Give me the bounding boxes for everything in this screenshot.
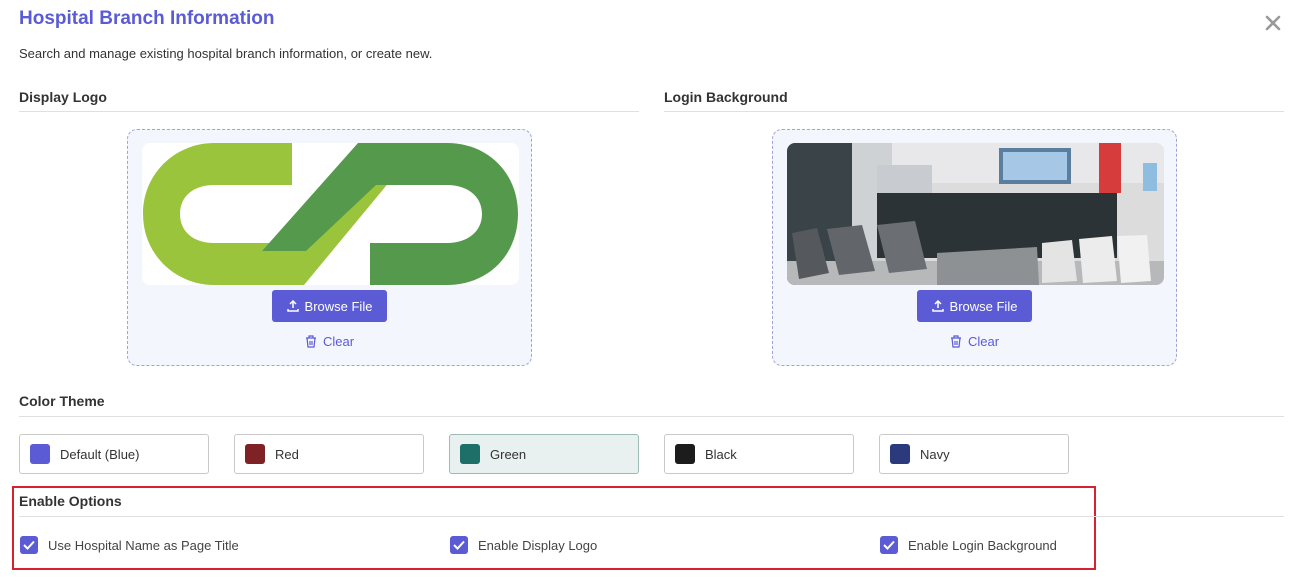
swatch-blue [30, 444, 50, 464]
theme-option-black[interactable]: Black [664, 434, 854, 474]
clear-label: Clear [967, 334, 1000, 349]
trash-icon [305, 335, 316, 348]
option-label: Enable Display Logo [478, 537, 598, 553]
browse-label: Browse File [949, 298, 1018, 314]
trash-icon [950, 335, 961, 348]
login-background-upload-area[interactable]: Browse File Clear [772, 129, 1177, 366]
checkbox[interactable] [20, 536, 38, 554]
display-logo-upload-area[interactable]: Browse File Clear [127, 129, 532, 366]
enable-options-divider [19, 516, 1284, 517]
display-logo-browse-button[interactable]: Browse File [272, 290, 387, 322]
checkbox[interactable] [450, 536, 468, 554]
clear-label: Clear [322, 334, 355, 349]
theme-option-green[interactable]: Green [449, 434, 639, 474]
theme-option-label: Green [490, 446, 527, 462]
option-use-hospital-name[interactable]: Use Hospital Name as Page Title [20, 536, 239, 554]
option-label: Enable Login Background [908, 537, 1057, 553]
option-enable-display-logo[interactable]: Enable Display Logo [450, 536, 597, 554]
swatch-navy [890, 444, 910, 464]
login-background-preview [787, 143, 1164, 285]
display-logo-preview [142, 143, 519, 285]
color-theme-title: Color Theme [19, 393, 105, 409]
login-background-divider [664, 111, 1284, 112]
login-background-clear-button[interactable]: Clear [773, 334, 1176, 349]
page-title: Hospital Branch Information [19, 8, 275, 29]
swatch-green [460, 444, 480, 464]
background-image [787, 143, 1164, 285]
login-background-browse-button[interactable]: Browse File [917, 290, 1032, 322]
swatch-black [675, 444, 695, 464]
page-subtitle: Search and manage existing hospital bran… [19, 46, 433, 61]
theme-option-label: Red [275, 446, 299, 462]
option-label: Use Hospital Name as Page Title [48, 537, 239, 553]
theme-option-red[interactable]: Red [234, 434, 424, 474]
check-icon [23, 540, 35, 550]
option-enable-login-background[interactable]: Enable Login Background [880, 536, 1057, 554]
swatch-red [245, 444, 265, 464]
theme-option-navy[interactable]: Navy [879, 434, 1069, 474]
theme-option-label: Black [705, 446, 737, 462]
theme-option-default-blue[interactable]: Default (Blue) [19, 434, 209, 474]
logo-image [142, 143, 519, 285]
login-background-title: Login Background [664, 89, 788, 105]
display-logo-title: Display Logo [19, 89, 107, 105]
check-icon [883, 540, 895, 550]
browse-label: Browse File [304, 298, 373, 314]
close-icon[interactable] [1262, 12, 1284, 34]
upload-icon [286, 300, 299, 312]
enable-options-highlight [12, 486, 1096, 570]
check-icon [453, 540, 465, 550]
color-theme-divider [19, 416, 1284, 417]
upload-icon [931, 300, 944, 312]
enable-options-title: Enable Options [19, 493, 122, 509]
checkbox[interactable] [880, 536, 898, 554]
theme-option-label: Default (Blue) [60, 446, 140, 462]
display-logo-clear-button[interactable]: Clear [128, 334, 531, 349]
display-logo-divider [19, 111, 639, 112]
theme-option-label: Navy [920, 446, 950, 462]
